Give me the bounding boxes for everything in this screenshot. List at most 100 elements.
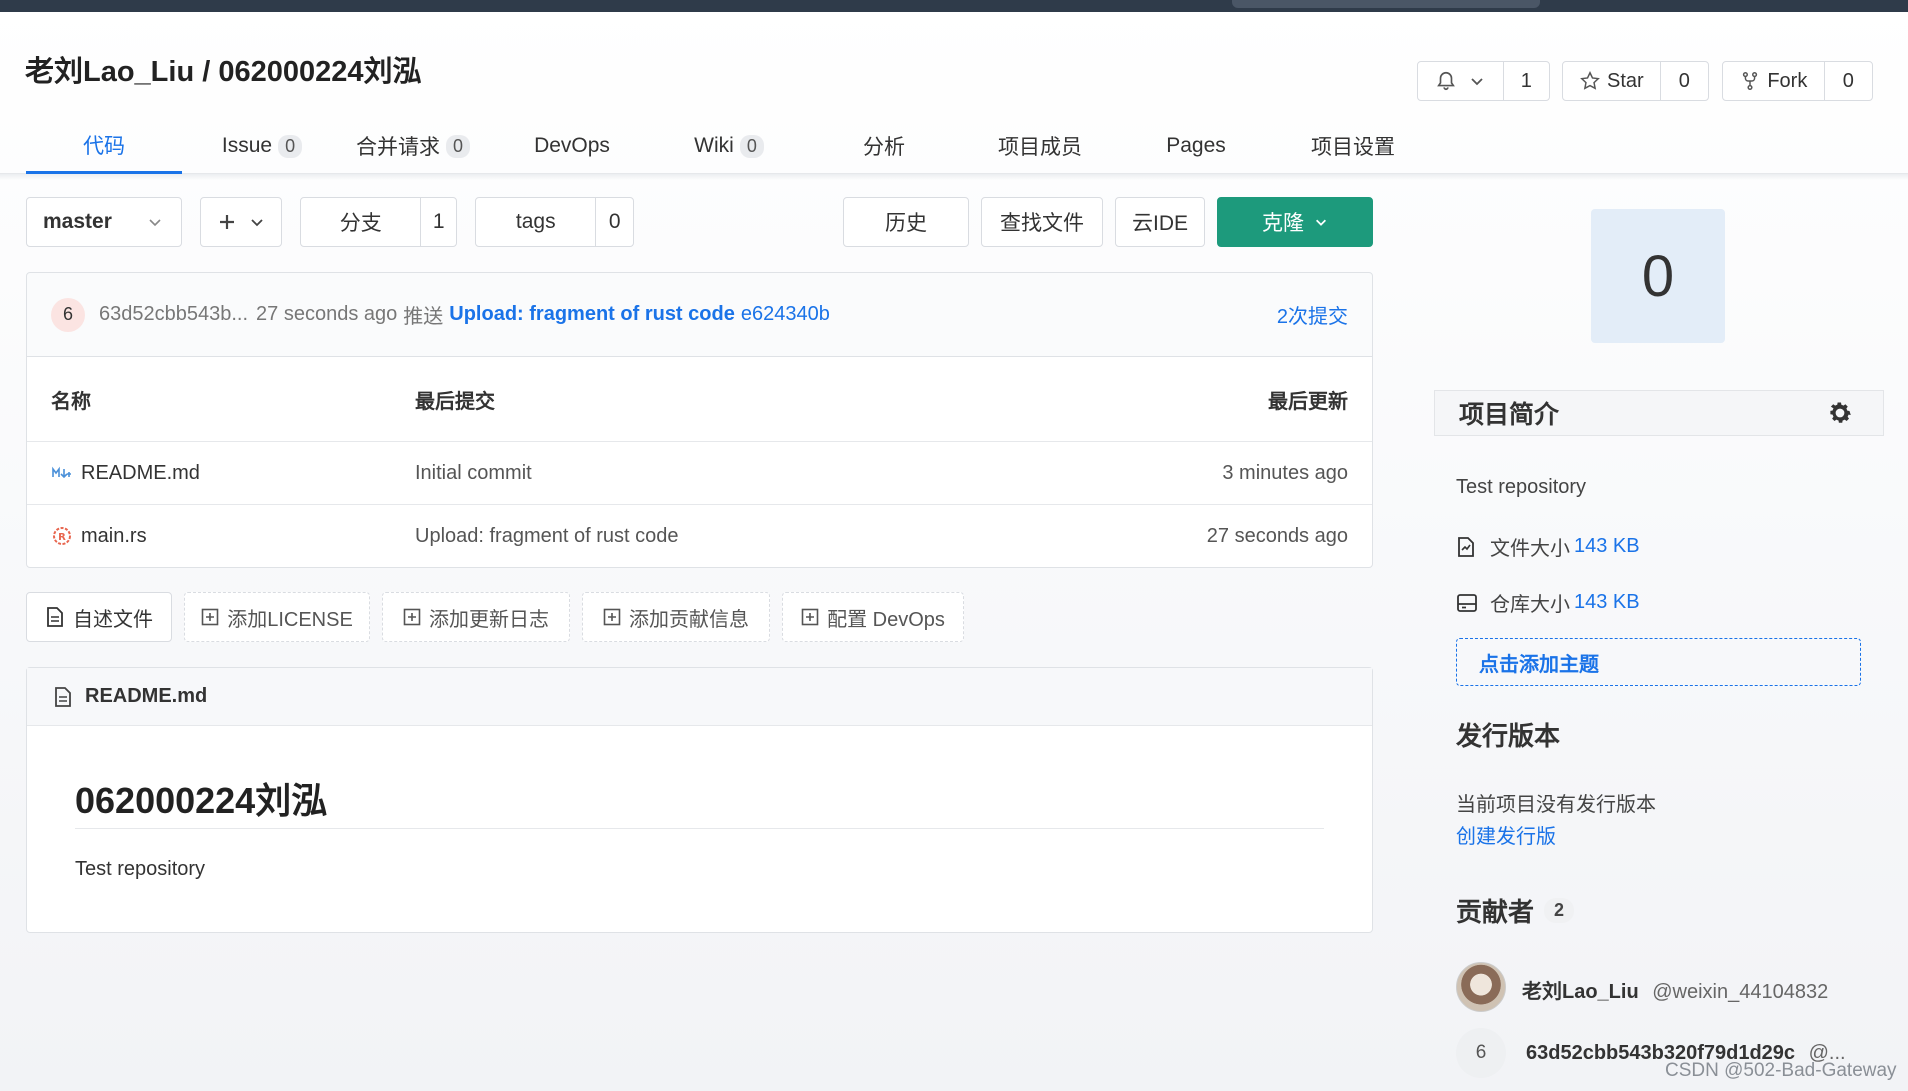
star-icon <box>1580 71 1600 90</box>
markdown-icon <box>52 466 71 479</box>
rust-icon: R <box>53 527 71 545</box>
add-license-label: 添加LICENSE <box>227 608 353 631</box>
contributor-name-link[interactable]: 老刘Lao_Liu <box>1522 981 1639 1003</box>
file-commit-link[interactable]: Upload: fragment of rust code <box>415 525 678 548</box>
tab-merge-requests[interactable]: 合并请求 0 <box>346 118 480 174</box>
watermark: CSDN @502-Bad-Gateway <box>1665 1060 1897 1081</box>
file-size-info: 文件大小 143 KB <box>1456 532 1640 561</box>
repo-owner-link[interactable]: 老刘Lao_Liu <box>25 56 194 88</box>
sidebar-count-box: 0 <box>1591 209 1725 343</box>
header-last-commit: 最后提交 <box>415 390 495 413</box>
tab-settings-label: 项目设置 <box>1311 136 1395 159</box>
watch-count[interactable]: 1 <box>1502 62 1549 100</box>
tags-count: 0 <box>595 198 633 246</box>
tab-analytics-label: 分析 <box>863 136 905 159</box>
file-text-icon <box>47 607 63 627</box>
commit-message-link[interactable]: Upload: fragment of rust code <box>449 303 735 326</box>
contributors-title: 贡献者 <box>1456 897 1535 927</box>
bell-icon <box>1437 71 1456 91</box>
configure-devops-button[interactable]: 配置 DevOps <box>782 592 964 642</box>
add-contributing-button[interactable]: 添加贡献信息 <box>582 592 770 642</box>
fork-button[interactable]: Fork <box>1723 62 1824 100</box>
file-name-link[interactable]: README.md <box>81 462 200 485</box>
file-table-header: 名称 最后提交 最后更新 <box>27 357 1372 441</box>
repo-size-label: 仓库大小 <box>1490 594 1570 616</box>
readme-filename: README.md <box>85 685 208 707</box>
table-row[interactable]: README.md Initial commit 3 minutes ago <box>27 441 1372 504</box>
tags-button[interactable]: tags 0 <box>475 197 634 247</box>
file-table: 名称 最后提交 最后更新 README.md Initial commit 3 … <box>26 356 1373 568</box>
repo-size-value: 143 KB <box>1574 591 1640 613</box>
repo-name-link[interactable]: 062000224刘泓 <box>218 56 421 88</box>
readme-header: README.md <box>27 668 1372 726</box>
readme-button[interactable]: 自述文件 <box>26 592 172 642</box>
file-name-link[interactable]: main.rs <box>81 525 147 548</box>
file-name-cell: R main.rs <box>51 525 147 548</box>
tab-analytics[interactable]: 分析 <box>846 118 922 174</box>
history-button[interactable]: 历史 <box>843 197 969 247</box>
tab-wiki[interactable]: Wiki 0 <box>680 118 778 174</box>
readme-text: Test repository <box>75 858 206 880</box>
project-description: Test repository <box>1456 476 1587 498</box>
tags-label: tags <box>515 210 556 233</box>
gear-icon[interactable] <box>1825 398 1855 428</box>
plus-icon <box>220 215 234 229</box>
no-release-text: 当前项目没有发行版本 <box>1456 794 1656 816</box>
commit-author[interactable]: 63d52cbb543b... <box>99 303 248 326</box>
tab-wiki-count: 0 <box>739 134 764 158</box>
top-bar-tab <box>1232 0 1540 8</box>
cloud-ide-button[interactable]: 云IDE <box>1115 197 1205 247</box>
star-button[interactable]: Star <box>1563 62 1660 100</box>
contributor-handle: @weixin_44104832 <box>1652 981 1829 1003</box>
clone-button[interactable]: 克隆 <box>1217 197 1373 247</box>
tab-devops[interactable]: DevOps <box>518 118 626 174</box>
tab-members[interactable]: 项目成员 <box>984 118 1096 174</box>
find-file-button[interactable]: 查找文件 <box>981 197 1103 247</box>
tab-code-label: 代码 <box>83 134 125 158</box>
fork-count[interactable]: 0 <box>1823 62 1872 100</box>
add-changelog-label: 添加更新日志 <box>429 608 549 631</box>
branch-select[interactable]: master <box>26 197 182 247</box>
repo-size-info: 仓库大小 143 KB <box>1456 588 1640 617</box>
avatar[interactable]: 6 <box>1456 1028 1506 1078</box>
commit-hash-link[interactable]: e624340b <box>741 303 830 326</box>
header-last-updated: 最后更新 <box>1268 390 1348 413</box>
contributors-count: 2 <box>1544 898 1575 923</box>
star-count[interactable]: 0 <box>1659 62 1708 100</box>
add-topic-button[interactable]: 点击添加主题 <box>1456 638 1861 686</box>
file-commit-link[interactable]: Initial commit <box>415 462 532 485</box>
tab-settings[interactable]: 项目设置 <box>1300 118 1406 174</box>
avatar[interactable] <box>1456 962 1506 1012</box>
watch-button[interactable] <box>1418 62 1503 100</box>
chevron-down-icon <box>149 219 161 227</box>
tab-issue-count: 0 <box>278 134 303 158</box>
tab-issue[interactable]: Issue 0 <box>204 118 320 174</box>
add-changelog-button[interactable]: 添加更新日志 <box>382 592 570 642</box>
project-intro-title: 项目简介 <box>1459 401 1560 429</box>
branches-label: 分支 <box>339 212 382 235</box>
star-label: Star <box>1606 69 1644 92</box>
add-dropdown-button[interactable] <box>200 197 282 247</box>
commit-author-avatar[interactable]: 6 <box>51 297 85 332</box>
header-name: 名称 <box>51 390 91 413</box>
branches-button[interactable]: 分支 1 <box>300 197 457 247</box>
svg-text:R: R <box>58 532 66 543</box>
add-contributing-label: 添加贡献信息 <box>629 608 749 631</box>
readme-divider <box>75 828 1324 829</box>
file-text-icon <box>55 686 71 707</box>
tab-code[interactable]: 代码 <box>26 118 182 174</box>
tab-pages-label: Pages <box>1166 134 1226 157</box>
chevron-down-icon <box>1471 78 1483 86</box>
file-size-label: 文件大小 <box>1490 538 1570 560</box>
tab-pages[interactable]: Pages <box>1154 118 1238 174</box>
create-release-link[interactable]: 创建发行版 <box>1456 820 1556 849</box>
chevron-down-icon <box>1316 219 1326 226</box>
tab-merge-label: 合并请求 <box>355 136 440 159</box>
readme-panel: README.md 062000224刘泓 Test repository <box>26 667 1373 933</box>
commit-time: 27 seconds ago <box>256 303 398 325</box>
tab-merge-count: 0 <box>445 134 470 158</box>
commit-count-link[interactable]: 2次提交 <box>1277 300 1348 329</box>
add-license-button[interactable]: 添加LICENSE <box>184 592 370 642</box>
repo-title: 老刘Lao_Liu / 062000224刘泓 <box>25 48 422 90</box>
table-row[interactable]: R main.rs Upload: fragment of rust code … <box>27 504 1372 567</box>
